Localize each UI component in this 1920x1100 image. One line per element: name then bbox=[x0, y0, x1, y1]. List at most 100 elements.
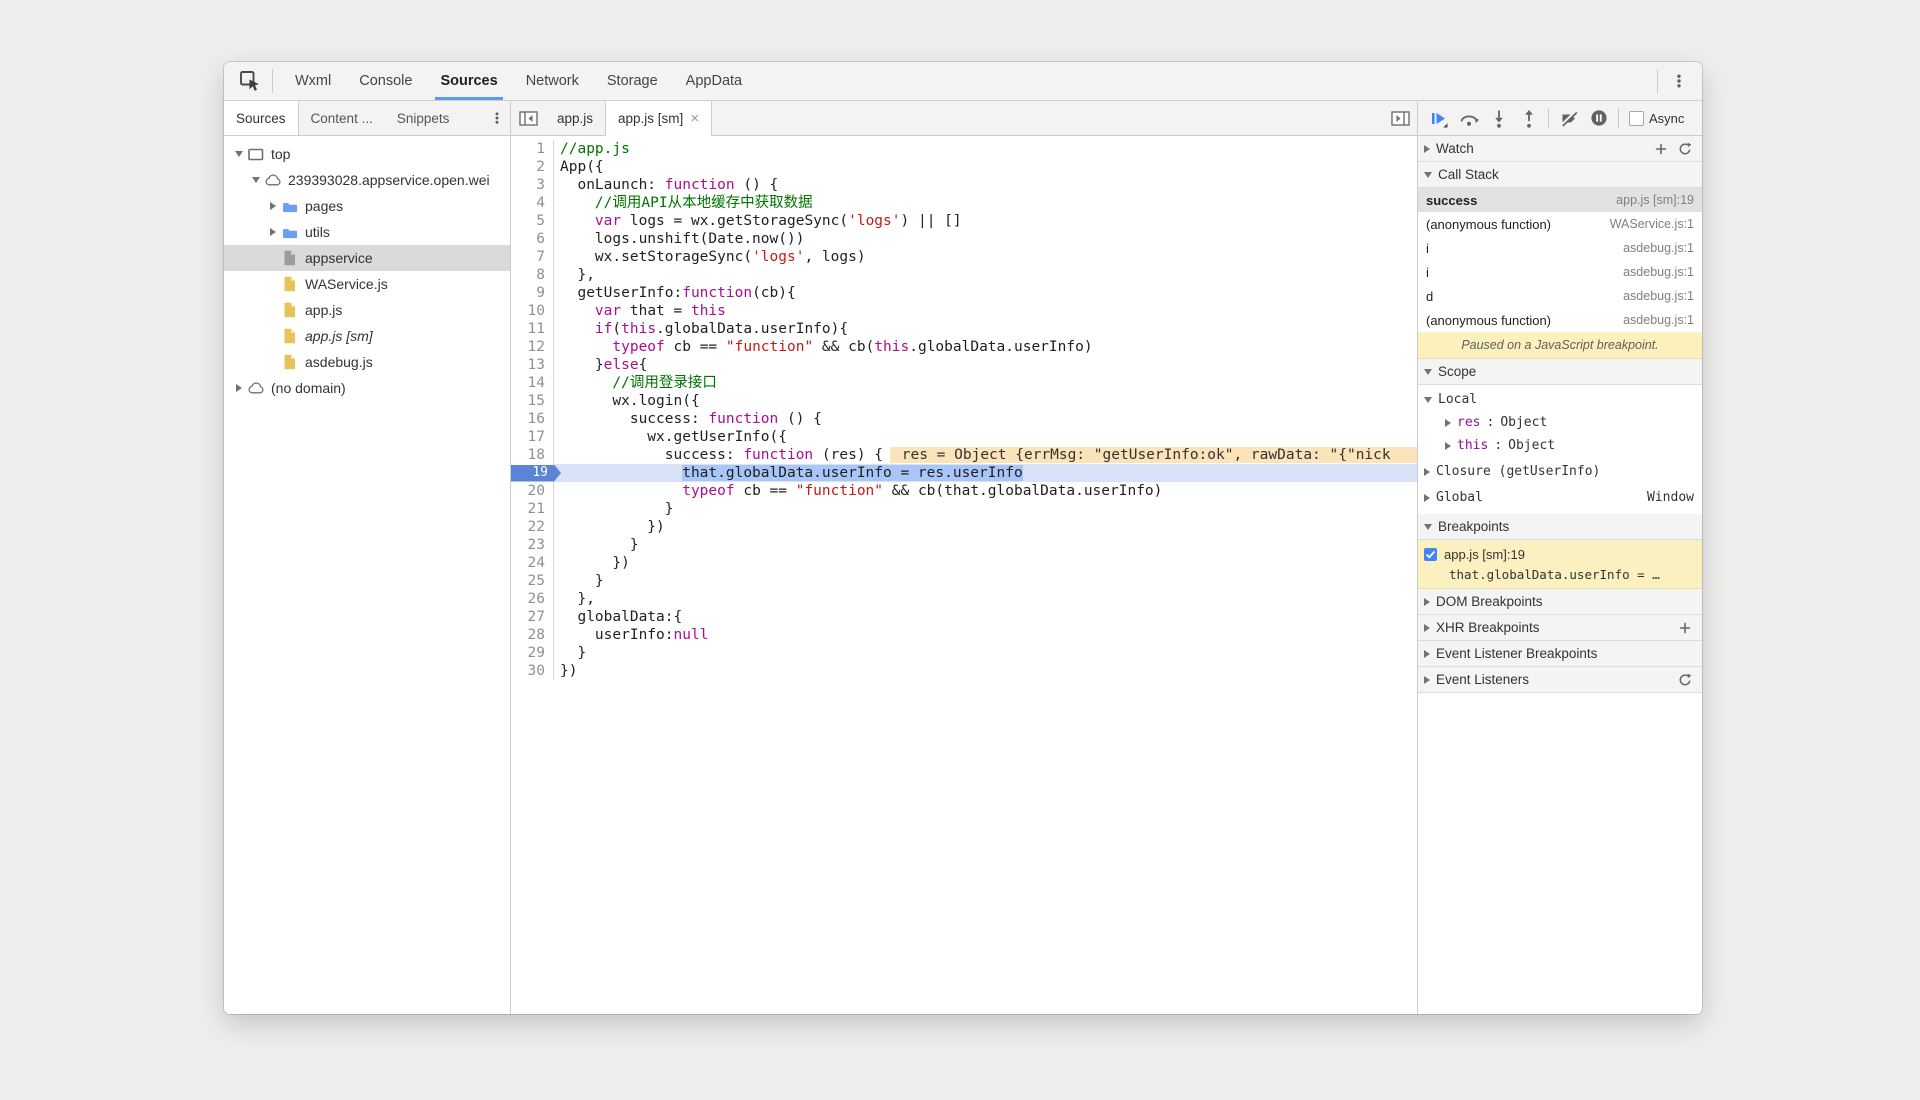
scope-variable[interactable]: this: Object bbox=[1418, 434, 1702, 457]
close-icon[interactable]: × bbox=[690, 111, 699, 126]
line-number[interactable]: 18 bbox=[511, 446, 554, 464]
line-number[interactable]: 29 bbox=[511, 644, 554, 662]
code-line-5: 5 var logs = wx.getStorageSync('logs') |… bbox=[511, 212, 1417, 230]
tree-item-no-domain[interactable]: (no domain) bbox=[224, 375, 510, 401]
dom-breakpoints-section-header[interactable]: DOM Breakpoints bbox=[1418, 589, 1702, 615]
tree-item-waservice-js[interactable]: WAService.js bbox=[224, 271, 510, 297]
scope-variable[interactable]: res: Object bbox=[1418, 411, 1702, 434]
line-number[interactable]: 13 bbox=[511, 356, 554, 374]
code-line-28: 28 userInfo:null bbox=[511, 626, 1417, 644]
sidebar-tab-content[interactable]: Content ... bbox=[299, 101, 385, 135]
main-tab-storage[interactable]: Storage bbox=[593, 62, 672, 100]
line-number[interactable]: 19 bbox=[511, 464, 561, 482]
line-number[interactable]: 14 bbox=[511, 374, 554, 392]
show-drawer-icon[interactable] bbox=[1383, 101, 1417, 135]
line-number[interactable]: 12 bbox=[511, 338, 554, 356]
line-number[interactable]: 6 bbox=[511, 230, 554, 248]
frame-function-name: i bbox=[1426, 264, 1429, 280]
breakpoint-snippet[interactable]: that.globalData.userInfo = … bbox=[1424, 567, 1696, 582]
code-line-text: typeof cb == "function" && cb(that.globa… bbox=[682, 483, 1163, 499]
editor-tab-app-js-sm[interactable]: app.js [sm] × bbox=[605, 101, 713, 136]
breakpoint-entry[interactable]: app.js [sm]:19 that.globalData.userInfo … bbox=[1418, 540, 1702, 589]
refresh-icon[interactable] bbox=[1676, 673, 1694, 687]
overflow-menu-icon[interactable] bbox=[1666, 68, 1692, 94]
code-editor[interactable]: 1//app.js 2 App({3 onLaunch: function () {… bbox=[511, 136, 1417, 1014]
main-tab-console[interactable]: Console bbox=[345, 62, 426, 100]
line-number[interactable]: 11 bbox=[511, 320, 554, 338]
call-stack-frame[interactable]: (anonymous function) WAService.js:1 bbox=[1418, 212, 1702, 236]
line-number[interactable]: 20 bbox=[511, 482, 554, 500]
sidebar-overflow-menu-icon[interactable] bbox=[484, 101, 510, 135]
scope-section-local[interactable]: Local bbox=[1418, 388, 1702, 411]
call-stack-frame[interactable]: i asdebug.js:1 bbox=[1418, 260, 1702, 284]
line-number[interactable]: 3 bbox=[511, 176, 554, 194]
inspect-element-icon[interactable] bbox=[236, 67, 264, 95]
scope-section-closure-getuserinfo[interactable]: Closure (getUserInfo) bbox=[1418, 460, 1702, 483]
line-number[interactable]: 2 bbox=[511, 158, 554, 176]
main-tab-wxml[interactable]: Wxml bbox=[281, 62, 345, 100]
xhr-breakpoints-section-header[interactable]: XHR Breakpoints bbox=[1418, 615, 1702, 641]
deactivate-breakpoints-icon[interactable] bbox=[1558, 108, 1579, 129]
plus-icon[interactable] bbox=[1676, 621, 1694, 635]
tree-item-top[interactable]: top bbox=[224, 141, 510, 167]
breakpoint-checkbox[interactable] bbox=[1424, 547, 1437, 561]
event-listener-breakpoints-section-header[interactable]: Event Listener Breakpoints bbox=[1418, 641, 1702, 667]
tree-item-app-js-sm[interactable]: app.js [sm] bbox=[224, 323, 510, 349]
line-number[interactable]: 25 bbox=[511, 572, 554, 590]
tree-item-appservice[interactable]: appservice bbox=[224, 245, 510, 271]
tree-item-pages[interactable]: pages bbox=[224, 193, 510, 219]
pause-on-exceptions-icon[interactable] bbox=[1588, 108, 1609, 129]
step-out-icon[interactable] bbox=[1518, 108, 1539, 129]
tree-item-app-js[interactable]: app.js bbox=[224, 297, 510, 323]
execution-pointer-icon[interactable]: 19 bbox=[511, 464, 561, 482]
line-number[interactable]: 22 bbox=[511, 518, 554, 536]
async-checkbox[interactable] bbox=[1629, 110, 1644, 126]
tree-item-239393028-appservice-open-wei[interactable]: 239393028.appservice.open.wei bbox=[224, 167, 510, 193]
breakpoint-location[interactable]: app.js [sm]:19 bbox=[1444, 547, 1525, 562]
watch-section-header[interactable]: Watch bbox=[1418, 136, 1702, 162]
chevron-down-icon bbox=[1424, 368, 1432, 375]
sidebar-tab-sources[interactable]: Sources bbox=[224, 101, 299, 135]
sidebar-tab-snippets[interactable]: Snippets bbox=[385, 101, 462, 135]
main-tab-sources[interactable]: Sources bbox=[426, 62, 511, 100]
line-number[interactable]: 30 bbox=[511, 662, 554, 680]
step-into-icon[interactable] bbox=[1488, 108, 1509, 129]
hide-navigator-icon[interactable] bbox=[511, 101, 545, 135]
breakpoints-section-header[interactable]: Breakpoints bbox=[1418, 514, 1702, 540]
call-stack-frame[interactable]: (anonymous function) asdebug.js:1 bbox=[1418, 308, 1702, 332]
line-number[interactable]: 5 bbox=[511, 212, 554, 230]
line-number[interactable]: 27 bbox=[511, 608, 554, 626]
tree-item-asdebug-js[interactable]: asdebug.js bbox=[224, 349, 510, 375]
call-stack-frame[interactable]: success app.js [sm]:19 bbox=[1418, 188, 1702, 212]
line-number[interactable]: 4 bbox=[511, 194, 554, 212]
call-stack-frame[interactable]: i asdebug.js:1 bbox=[1418, 236, 1702, 260]
resume-script-icon[interactable] bbox=[1428, 108, 1449, 129]
line-number[interactable]: 28 bbox=[511, 626, 554, 644]
line-number[interactable]: 17 bbox=[511, 428, 554, 446]
scope-section-header[interactable]: Scope bbox=[1418, 359, 1702, 385]
tree-item-label: 239393028.appservice.open.wei bbox=[288, 172, 490, 188]
step-over-icon[interactable] bbox=[1458, 108, 1479, 129]
async-toggle[interactable]: Async bbox=[1629, 110, 1684, 126]
tree-item-utils[interactable]: utils bbox=[224, 219, 510, 245]
watch-refresh-icon[interactable] bbox=[1676, 142, 1694, 156]
editor-tab-app-js[interactable]: app.js bbox=[545, 101, 605, 135]
main-tab-appdata[interactable]: AppData bbox=[672, 62, 756, 100]
call-stack-section-header[interactable]: Call Stack bbox=[1418, 162, 1702, 188]
line-number[interactable]: 15 bbox=[511, 392, 554, 410]
line-number[interactable]: 8 bbox=[511, 266, 554, 284]
line-number[interactable]: 16 bbox=[511, 410, 554, 428]
line-number[interactable]: 1 bbox=[511, 140, 554, 158]
event-listeners-section-header[interactable]: Event Listeners bbox=[1418, 667, 1702, 693]
line-number[interactable]: 7 bbox=[511, 248, 554, 266]
main-tab-network[interactable]: Network bbox=[512, 62, 593, 100]
line-number[interactable]: 23 bbox=[511, 536, 554, 554]
line-number[interactable]: 26 bbox=[511, 590, 554, 608]
line-number[interactable]: 9 bbox=[511, 284, 554, 302]
line-number[interactable]: 10 bbox=[511, 302, 554, 320]
call-stack-frame[interactable]: d asdebug.js:1 bbox=[1418, 284, 1702, 308]
scope-section-global[interactable]: Global Window bbox=[1418, 486, 1702, 509]
watch-add-icon[interactable] bbox=[1652, 142, 1670, 156]
line-number[interactable]: 24 bbox=[511, 554, 554, 572]
line-number[interactable]: 21 bbox=[511, 500, 554, 518]
